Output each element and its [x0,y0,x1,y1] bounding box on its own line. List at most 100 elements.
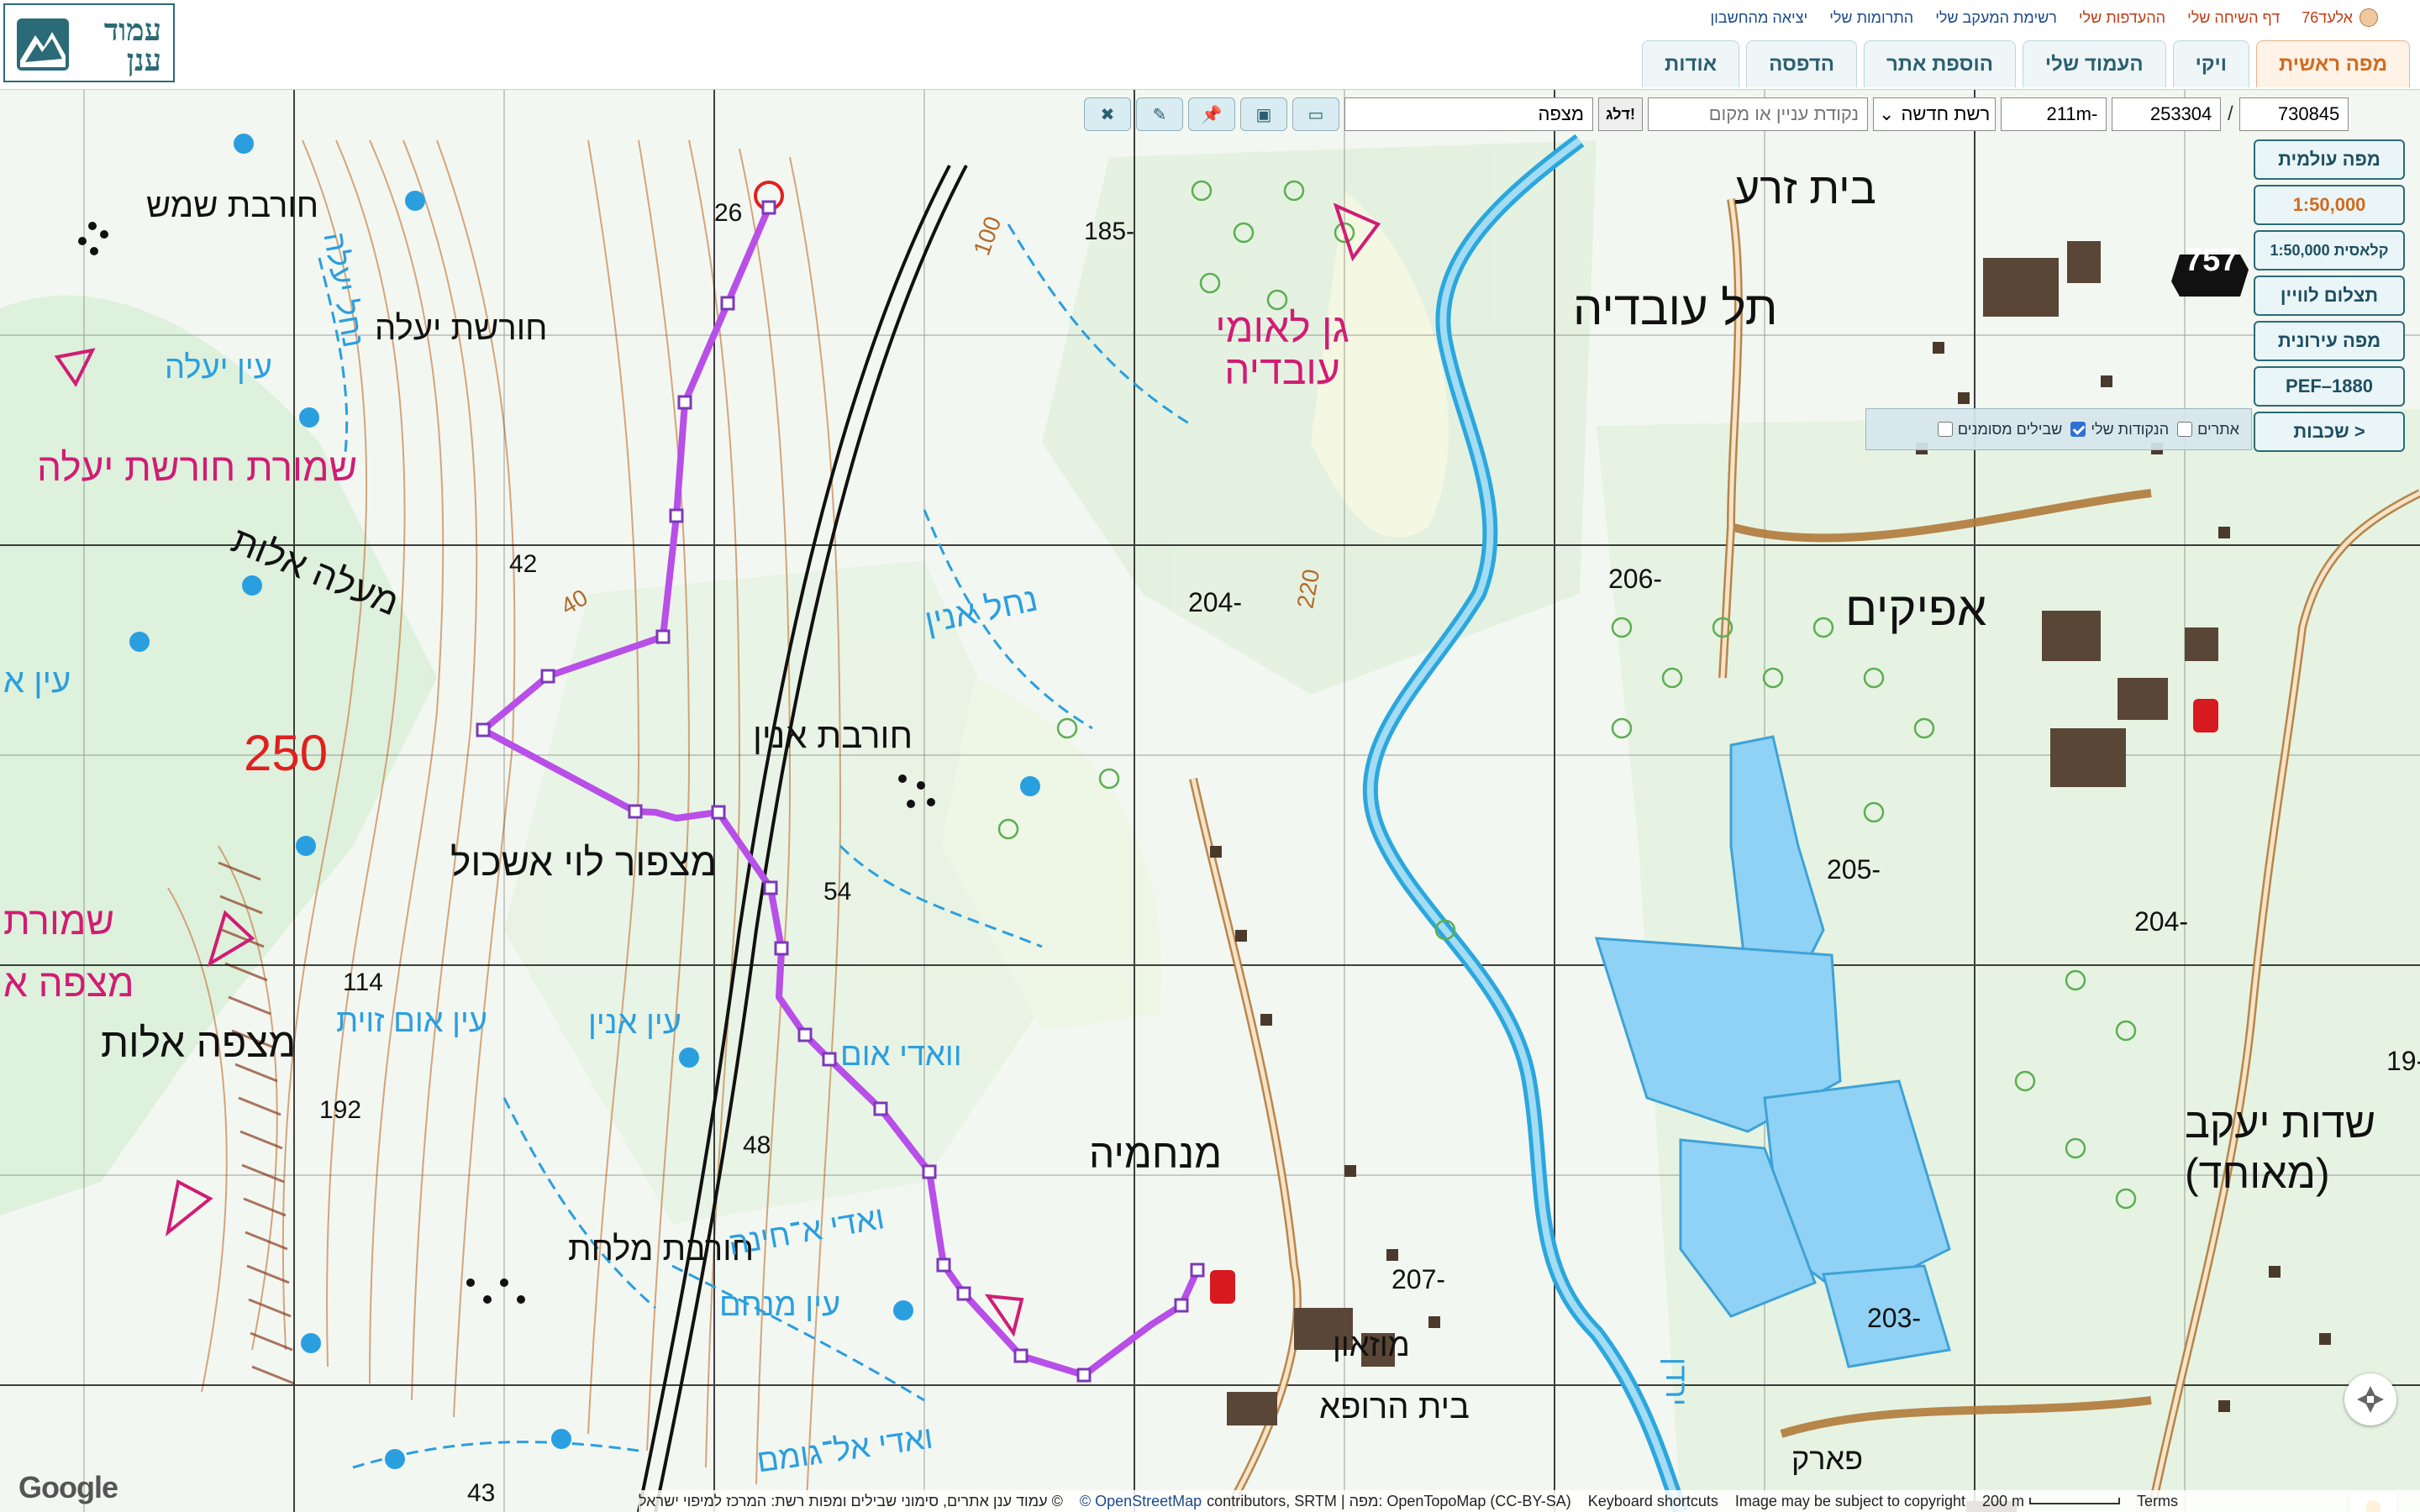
tab-main-map[interactable]: מפה ראשית [2256,40,2410,87]
poi-search-input[interactable]: נקודת עניין או מקום [1648,97,1869,131]
link-preferences[interactable]: ההעדפות שלי [2079,9,2165,27]
coord-separator: / [2227,102,2233,125]
tab-print[interactable]: הדפסה [1746,40,1857,87]
coord-y-field[interactable]: 253304 [2112,97,2222,131]
close-button[interactable]: ✖ [1084,97,1131,131]
layer-city-map[interactable]: מפה עירונית [2254,321,2405,361]
overlay-sites-label: אתרים [2197,420,2239,438]
elevation-label: 19- [2386,1046,2420,1076]
save-button[interactable]: ▣ [1240,97,1287,131]
user-name[interactable]: אלעד76 [2302,9,2353,27]
logo-mountain-icon [17,18,69,71]
elevation-label: 114 [343,969,383,996]
edit-button[interactable]: ✎ [1136,97,1183,131]
compass-control[interactable] [2344,1373,2396,1425]
link-logout[interactable]: יציאה מהחשבון [1710,9,1807,27]
toolbar-row: ✖ ✎ 📌 ▣ ▭ מצפה דלג! נקודת עניין או מקום … [1079,97,2415,131]
spot-height-250: 250 [244,725,329,781]
overlay-panel: אתרים הנקודות שלי שבילים מסומנים [1865,408,2252,450]
scale-line [2029,1498,2121,1504]
tab-wiki[interactable]: ויקי [2172,40,2249,87]
elevation-label: 204- [1188,587,1243,617]
place-label: מצפה א [3,961,134,1005]
grid-select[interactable]: רשת חדשה ⌄ [1873,97,1996,131]
logo-text-1: עמוד [103,13,161,48]
place-label: בית הרופא [1319,1389,1470,1425]
chevron-down-icon: ⌄ [1879,103,1895,124]
main-tabs: מפה ראשית ויקי העמוד שלי הוספת אתר הדפסה… [1642,40,2410,87]
place-label: חורבת שמש [146,187,319,224]
overlay-marked-trails[interactable]: שבילים מסומנים [1937,420,2063,438]
map-attribution: © עמוד ענן אתרים, סימוני שבילים ומפות רש… [639,1490,2420,1512]
coord-x-field[interactable]: 730845 [2239,97,2349,131]
link-watchlist[interactable]: רשימת המעקב שלי [1935,9,2057,27]
tab-my-page[interactable]: העמוד שלי [2022,40,2166,87]
overlay-sites[interactable]: אתרים [2177,421,2239,438]
elevation-label: 204- [2134,906,2189,937]
place-label: חורבת מלחת [568,1231,755,1268]
elevation-label: 205- [1827,854,1881,885]
place-label: שמורת [3,899,115,942]
site-logo[interactable]: עמוד ענן [3,3,175,82]
open-button[interactable]: ▭ [1292,97,1339,131]
road-number-757: 757 [2185,243,2238,278]
place-label: פארק [1791,1441,1864,1476]
terms-link[interactable]: Terms [2137,1493,2178,1510]
elevation-field[interactable]: 211m- [2001,97,2107,131]
attribution-text: © עמוד ענן אתרים, סימוני שבילים ומפות רש… [639,1492,1063,1509]
checkbox-sites[interactable] [2177,422,2193,437]
layer-1-50000-classic[interactable]: 1:50,000 קלאסית [2254,230,2405,270]
elevation-label: 43 [467,1479,496,1507]
elevation-label: 207- [1392,1264,1446,1294]
place-label: עין מנחם [719,1288,841,1323]
elevation-label: 206- [1608,564,1663,594]
place-label: עין יעלה [165,350,272,386]
link-contributions[interactable]: התרומות שלי [1829,9,1913,27]
layer-panel: מפה עולמית 1:50,000 1:50,000 קלאסית תצלו… [2254,139,2407,457]
place-label: עין א [3,663,71,700]
layers-toggle-button[interactable]: שכבות > [2254,412,2405,452]
tab-about[interactable]: אודות [1642,40,1740,87]
checkbox-my-points[interactable] [2070,422,2086,437]
link-talk-page[interactable]: דף השיחה שלי [2187,9,2280,27]
elevation-label: 26 [714,199,743,227]
overlay-my-points-label: הנקודות שלי [2091,420,2170,438]
save-icon: ▣ [1255,105,1272,124]
place-label: חורבת אנין [753,716,913,755]
elevation-label: 192 [319,1096,362,1124]
compass-icon [2357,1386,2384,1413]
layer-1-50000[interactable]: 1:50,000 [2254,185,2405,225]
keyboard-shortcuts-link[interactable]: Keyboard shortcuts [1588,1493,1718,1510]
header: עמוד ענן אלעד76 דף השיחה שלי ההעדפות שלי… [0,0,2420,90]
elevation-label: 54 [823,878,852,906]
place-label: מנחמיה [1089,1132,1223,1177]
copyright-notice: Image may be subject to copyright [1734,1492,1966,1509]
place-label: מצפה אלות [101,1021,297,1066]
place-label: אפיקים [1845,582,1987,635]
place-label: מצפור לוי אשכול [450,840,718,884]
pin-button[interactable]: 📌 [1188,97,1235,131]
layer-pef-1880[interactable]: PEF–1880 [2254,366,2405,407]
place-label: חורשת יעלה [375,310,548,347]
tab-add-site[interactable]: הוספת אתר [1863,40,2016,87]
layer-satellite[interactable]: תצלום לוויין [2254,276,2405,316]
scale-bar[interactable]: 200 m [1982,1493,2121,1510]
checkbox-marked-trails[interactable] [1937,422,1953,437]
overlay-my-points[interactable]: הנקודות שלי [2070,421,2169,438]
map-toolbar [1079,183,2407,225]
user-menu[interactable]: אלעד76 [2302,8,2378,27]
place-label: גן לאומי עובדיה [1215,307,1349,394]
map-canvas[interactable]: חורבת שמש חורשת יעלה עין יעלה שמורת חורש… [0,90,2420,1512]
grid-select-value: רשת חדשה [1901,103,1991,124]
google-logo: Google [18,1470,118,1504]
place-input[interactable]: מצפה [1344,97,1593,131]
layer-world-map[interactable]: מפה עולמית [2254,139,2405,180]
elevation-label: 48 [743,1131,771,1159]
jump-button[interactable]: דלג! [1598,97,1644,131]
logo-text-2: ענן [126,43,161,78]
user-links: אלעד76 דף השיחה שלי ההעדפות שלי רשימת המ… [1710,7,2378,29]
osm-link[interactable]: © OpenStreetMap [1080,1493,1202,1510]
attribution-rest: contributors, SRTM | מפה: OpenTopoMap (C… [1207,1492,1571,1509]
overlay-marked-trails-label: שבילים מסומנים [1957,420,2063,438]
close-icon: ✖ [1100,105,1115,124]
